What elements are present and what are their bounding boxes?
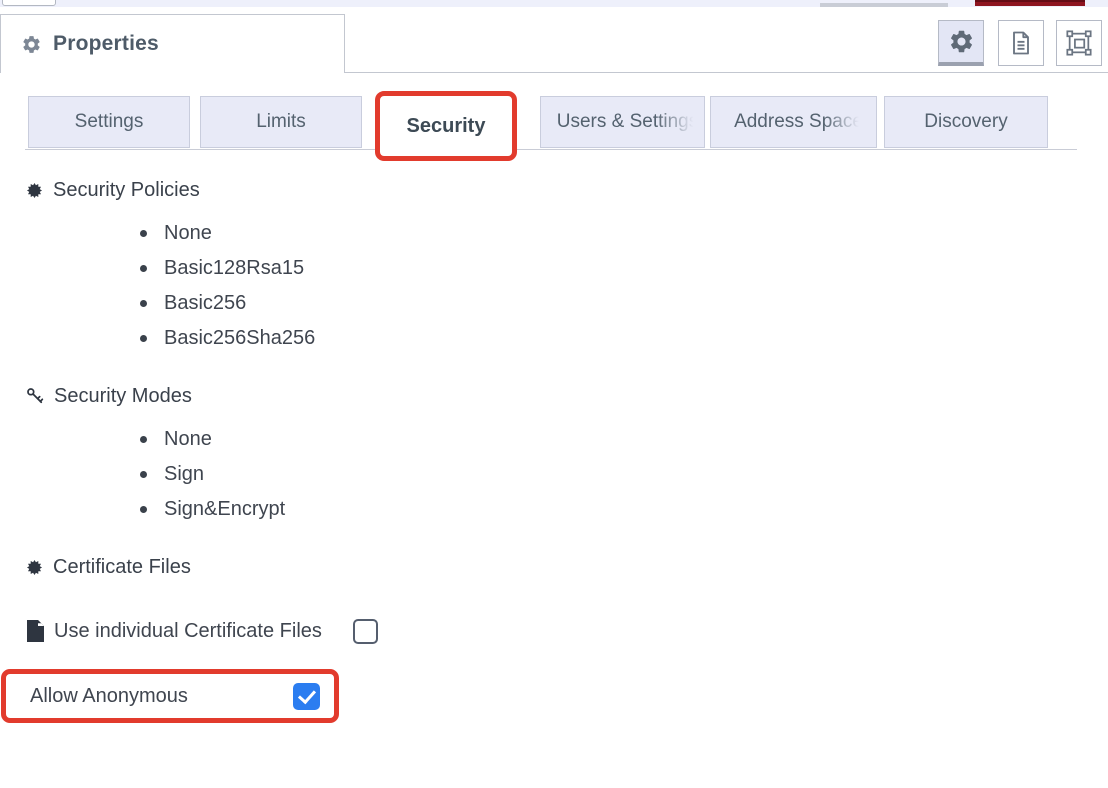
section-title: Security Modes: [54, 385, 192, 408]
section-security-policies: Security Policies: [25, 178, 1083, 202]
list-item: None: [140, 422, 1083, 457]
security-tab-annotation[interactable]: Security: [375, 91, 517, 161]
section-certificate-files: Certificate Files: [25, 555, 1083, 579]
gear-icon: [21, 34, 42, 55]
tab-label: Users & Settings: [547, 111, 699, 133]
use-individual-certificates-row: Use individual Certificate Files: [25, 613, 1083, 649]
key-icon: [25, 386, 45, 406]
tab-label: Settings: [65, 111, 154, 133]
header-divider: [345, 72, 1108, 73]
list-item: Sign&Encrypt: [140, 492, 1083, 527]
tab-users-settings[interactable]: Users & Settings: [540, 96, 705, 148]
seal-icon: [25, 558, 44, 577]
bullet: [140, 436, 147, 443]
bullet: [140, 335, 147, 342]
top-partial-red-button[interactable]: [975, 0, 1085, 6]
tab-label-security: Security: [407, 115, 486, 138]
file-icon: [25, 620, 45, 642]
allow-anonymous-annotation: Allow Anonymous: [1, 669, 339, 723]
section-title: Security Policies: [53, 179, 200, 202]
toolbar-document-button[interactable]: [998, 20, 1044, 66]
tab-label: Limits: [246, 111, 316, 133]
tab-settings[interactable]: Settings: [28, 96, 190, 148]
bullet: [140, 506, 147, 513]
security-policies-list: None Basic128Rsa15 Basic256 Basic256Sha2…: [140, 216, 1083, 356]
properties-header-tab: Properties: [0, 14, 345, 73]
tab-label: Discovery: [914, 111, 1017, 133]
section-title: Certificate Files: [53, 556, 191, 579]
transform-icon: [1065, 29, 1093, 57]
tab-discovery[interactable]: Discovery: [884, 96, 1048, 148]
document-icon: [1007, 29, 1035, 57]
bullet: [140, 265, 147, 272]
security-modes-list: None Sign Sign&Encrypt: [140, 422, 1083, 527]
use-individual-certificates-checkbox[interactable]: [353, 619, 378, 644]
toolbar-settings-button[interactable]: [938, 20, 984, 66]
toolbar-transform-button[interactable]: [1056, 20, 1102, 66]
top-partial-button[interactable]: [2, 0, 56, 6]
top-partial-gray-button[interactable]: [820, 3, 948, 7]
tab-limits[interactable]: Limits: [200, 96, 362, 148]
panel-title: Properties: [53, 32, 159, 56]
security-tab-content: Security Policies None Basic128Rsa15 Bas…: [25, 170, 1083, 649]
tab-address-space[interactable]: Address Space: [710, 96, 877, 148]
bullet: [140, 471, 147, 478]
bullet: [140, 230, 147, 237]
section-security-modes: Security Modes: [25, 384, 1083, 408]
list-item: None: [140, 216, 1083, 251]
field-label: Allow Anonymous: [30, 685, 188, 708]
gear-icon: [948, 28, 975, 55]
list-item: Basic128Rsa15: [140, 251, 1083, 286]
list-item: Sign: [140, 457, 1083, 492]
top-cropped-strip: [0, 0, 1108, 7]
allow-anonymous-checkbox[interactable]: [293, 683, 320, 710]
tabs-divider: [25, 149, 1077, 150]
properties-panel: Properties Settings: [0, 0, 1108, 788]
seal-icon: [25, 181, 44, 200]
list-item: Basic256: [140, 286, 1083, 321]
tab-label: Address Space: [724, 111, 863, 133]
list-item: Basic256Sha256: [140, 321, 1083, 356]
bullet: [140, 300, 147, 307]
field-label: Use individual Certificate Files: [54, 620, 322, 643]
